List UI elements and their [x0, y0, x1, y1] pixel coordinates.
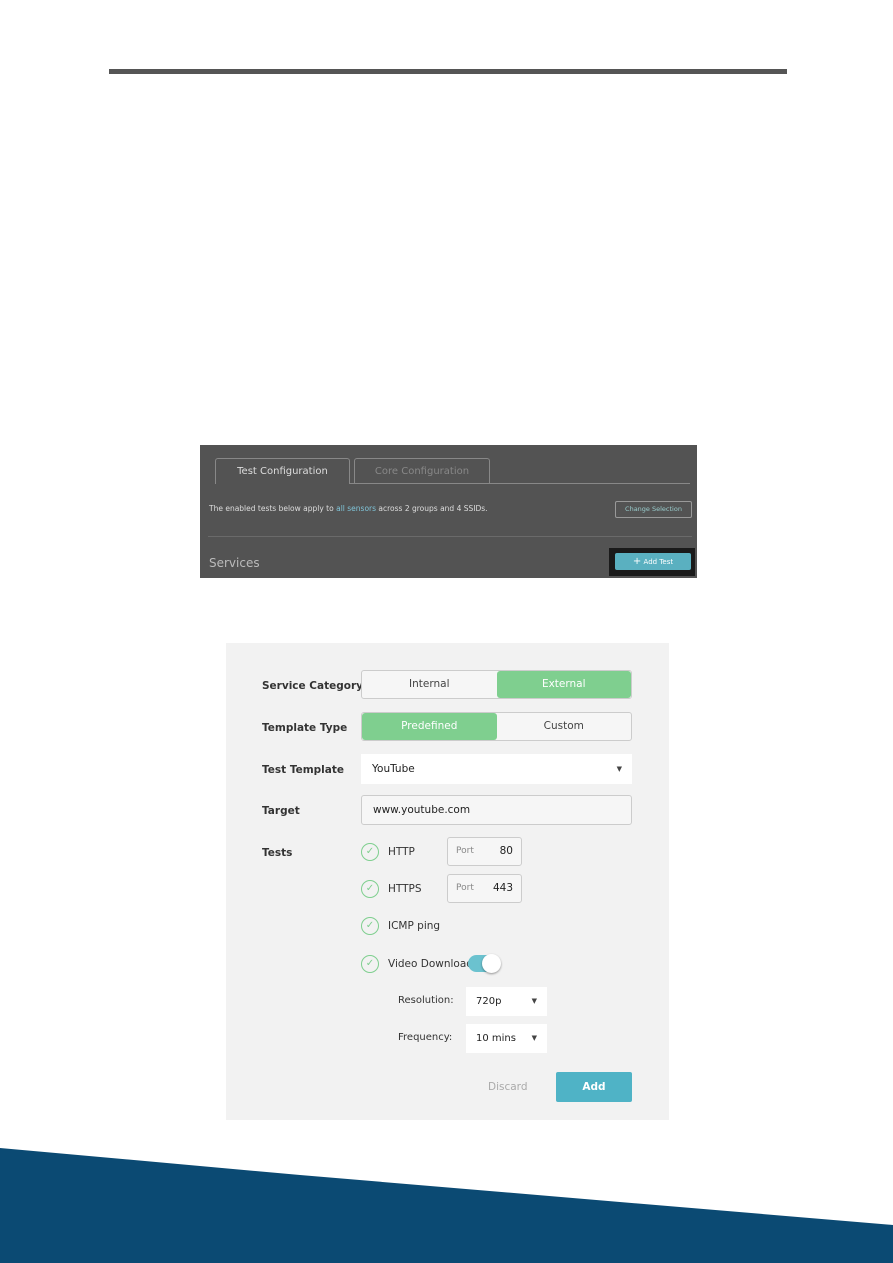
add-test-form-screenshot: Service Category Internal External Templ… — [226, 643, 669, 1120]
resolution-select[interactable]: 720p ▼ — [466, 987, 547, 1016]
tab-test-configuration[interactable]: Test Configuration — [215, 458, 350, 484]
http-port-input[interactable]: Port 80 — [447, 837, 522, 866]
frequency-label: Frequency: — [398, 1032, 453, 1043]
plus-icon: + — [632, 556, 642, 567]
icmp-label: ICMP ping — [388, 920, 441, 932]
https-port-input[interactable]: Port 443 — [447, 874, 522, 903]
test-template-value: YouTube — [372, 763, 415, 775]
tab-core-configuration[interactable]: Core Configuration — [354, 458, 490, 484]
port-label: Port — [456, 846, 474, 856]
resolution-label: Resolution: — [398, 995, 454, 1006]
scope-description: The enabled tests below apply to all sen… — [209, 504, 488, 513]
port-value: 443 — [492, 882, 513, 894]
change-selection-button[interactable]: Change Selection — [615, 501, 692, 518]
service-category-toggle: Internal External — [361, 670, 632, 699]
template-type-toggle: Predefined Custom — [361, 712, 632, 741]
template-type-label: Template Type — [262, 722, 348, 734]
video-download-toggle[interactable] — [468, 954, 501, 973]
discard-button[interactable]: Discard — [488, 1081, 527, 1093]
port-label: Port — [456, 883, 474, 893]
caret-down-icon: ▼ — [531, 1034, 537, 1042]
http-label: HTTP — [388, 846, 415, 858]
toggle-knob — [482, 954, 501, 973]
header-rule — [109, 69, 787, 74]
test-configuration-screenshot: Test Configuration Core Configuration Th… — [200, 445, 697, 578]
add-button[interactable]: Add — [556, 1072, 632, 1102]
service-category-label: Service Category — [262, 680, 363, 692]
custom-option[interactable]: Custom — [497, 713, 632, 740]
add-test-highlight: + Add Test — [609, 548, 695, 576]
icmp-check-icon[interactable]: ✓ — [361, 917, 379, 935]
http-check-icon[interactable]: ✓ — [361, 843, 379, 861]
test-template-label: Test Template — [262, 764, 344, 776]
tests-label: Tests — [262, 847, 293, 859]
add-test-button[interactable]: + Add Test — [615, 553, 691, 570]
resolution-value: 720p — [476, 996, 502, 1007]
video-download-label: Video Download — [388, 958, 473, 970]
internal-option[interactable]: Internal — [362, 671, 497, 698]
caret-down-icon: ▼ — [616, 765, 622, 773]
services-heading: Services — [209, 556, 260, 570]
frequency-value: 10 mins — [476, 1033, 516, 1044]
footer-shape — [0, 1148, 893, 1263]
external-option[interactable]: External — [496, 671, 631, 698]
add-test-label: Add Test — [643, 558, 674, 566]
all-sensors-link[interactable]: all sensors — [336, 504, 376, 513]
target-input[interactable]: www.youtube.com — [361, 795, 632, 825]
tab-divider — [350, 483, 690, 484]
https-check-icon[interactable]: ✓ — [361, 880, 379, 898]
predefined-option[interactable]: Predefined — [362, 713, 497, 740]
port-value: 80 — [499, 845, 513, 857]
divider — [208, 536, 692, 537]
caret-down-icon: ▼ — [531, 997, 537, 1005]
target-label: Target — [262, 805, 300, 817]
desc-text: across 2 groups and 4 SSIDs. — [376, 504, 488, 513]
frequency-select[interactable]: 10 mins ▼ — [466, 1024, 547, 1053]
test-template-select[interactable]: YouTube ▼ — [361, 754, 632, 784]
video-download-check-icon[interactable]: ✓ — [361, 955, 379, 973]
desc-text: The enabled tests below apply to — [209, 504, 337, 513]
https-label: HTTPS — [388, 883, 422, 895]
